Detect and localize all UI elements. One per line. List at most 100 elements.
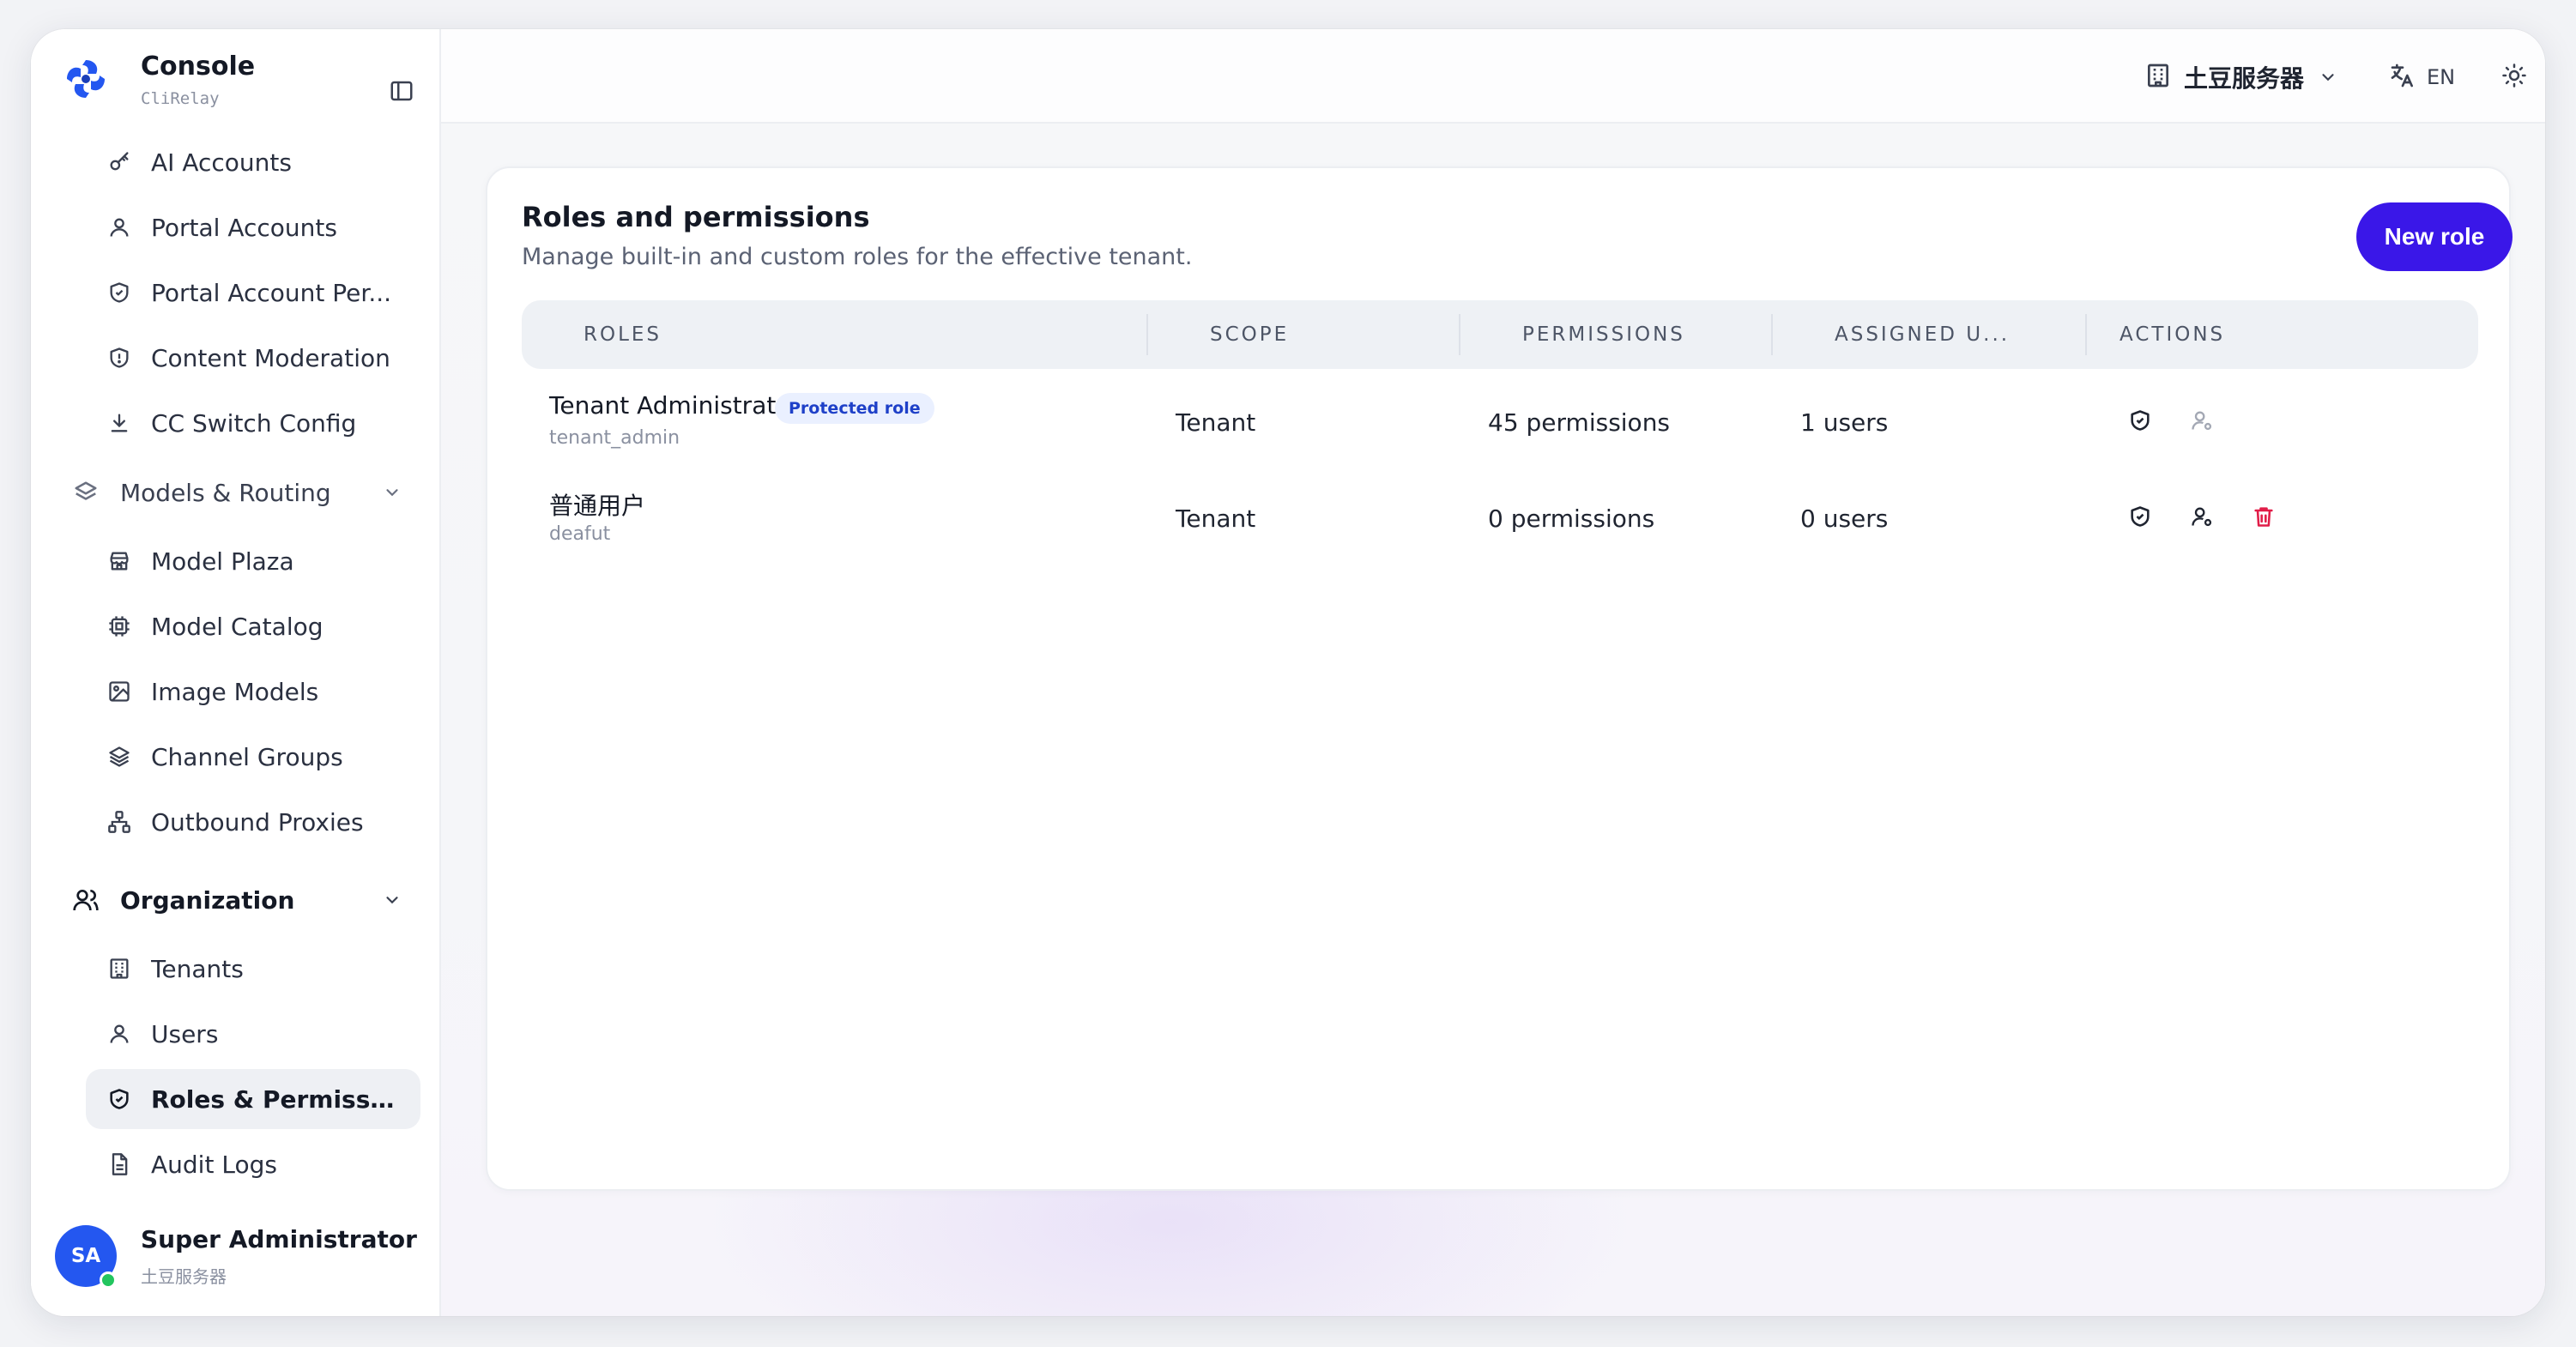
sidebar-item-label: Portal Accounts	[151, 213, 337, 242]
sidebar-item-roles-permissions[interactable]: Roles & Permissions	[86, 1069, 420, 1129]
assign-users-button[interactable]	[2186, 407, 2217, 438]
user-cog-icon	[2190, 504, 2214, 532]
brand-title: Console	[141, 51, 256, 82]
sidebar-item-image-models[interactable]: Image Models	[86, 661, 420, 722]
sidebar-item-label: Roles & Permissions	[151, 1084, 400, 1114]
sidebar-item-label: CC Switch Config	[151, 408, 357, 438]
page-title: Roles and permissions	[522, 201, 870, 233]
user-tenant: 土豆服务器	[141, 1266, 227, 1287]
protected-role-badge: Protected role	[775, 393, 934, 424]
role-name: Tenant Administrator	[549, 391, 801, 420]
shield-check-icon	[2128, 504, 2152, 532]
roles-card: Roles and permissions Manage built-in an…	[486, 166, 2513, 1191]
tenant-switcher[interactable]: 土豆服务器	[2144, 55, 2338, 100]
page-subtitle: Manage built-in and custom roles for the…	[522, 244, 1193, 270]
edit-permissions-button[interactable]	[2125, 503, 2156, 534]
shield-alert-icon	[105, 343, 134, 372]
sidebar-item-ai-accounts[interactable]: AI Accounts	[86, 132, 420, 192]
user-name: Super Administrator	[141, 1225, 417, 1253]
current-user[interactable]: SA Super Administrator 土豆服务器	[55, 1218, 424, 1296]
theme-toggle[interactable]	[2492, 55, 2537, 100]
sidebar-item-label: Outbound Proxies	[151, 807, 364, 837]
sidebar: Console CliRelay AI Accounts Portal Acco…	[31, 29, 441, 1316]
column-divider	[1146, 314, 1148, 355]
column-header-scope[interactable]: SCOPE	[1210, 300, 1289, 369]
role-key: tenant_admin	[549, 427, 680, 449]
sidebar-item-label: Users	[151, 1019, 219, 1048]
building-icon	[105, 954, 134, 983]
sidebar-item-label: Audit Logs	[151, 1150, 277, 1179]
chevron-down-icon	[379, 480, 405, 505]
sidebar-group-models-routing[interactable]: Models & Routing	[62, 462, 422, 522]
sidebar-item-model-catalog[interactable]: Model Catalog	[86, 596, 420, 656]
layers-icon	[105, 742, 134, 771]
sidebar-item-label: Portal Account Per...	[151, 278, 392, 307]
column-divider	[1771, 314, 1773, 355]
sidebar-item-users[interactable]: Users	[86, 1004, 420, 1064]
file-text-icon	[105, 1150, 134, 1179]
assign-users-button[interactable]	[2186, 503, 2217, 534]
topbar: 土豆服务器 EN	[441, 29, 2545, 124]
shield-check-icon	[2128, 408, 2152, 436]
user-icon	[105, 1019, 134, 1048]
download-icon	[105, 408, 134, 438]
layers-icon	[70, 477, 101, 508]
edit-permissions-button[interactable]	[2125, 407, 2156, 438]
sidebar-item-model-plaza[interactable]: Model Plaza	[86, 531, 420, 591]
sidebar-item-audit-logs[interactable]: Audit Logs	[86, 1134, 420, 1194]
role-permissions: 45 permissions	[1488, 408, 1671, 437]
sidebar-item-label: Model Plaza	[151, 547, 294, 576]
sidebar-item-channel-groups[interactable]: Channel Groups	[86, 727, 420, 787]
sidebar-collapse-button[interactable]	[386, 76, 417, 106]
delete-role-button[interactable]	[2248, 503, 2279, 534]
sidebar-item-outbound-proxies[interactable]: Outbound Proxies	[86, 792, 420, 852]
role-scope: Tenant	[1176, 408, 1256, 437]
brand[interactable]: Console CliRelay	[62, 48, 422, 110]
sidebar-item-content-moderation[interactable]: Content Moderation	[86, 328, 420, 388]
role-name: 普通用户	[549, 492, 646, 520]
user-cog-icon	[2190, 408, 2214, 436]
shield-check-icon	[105, 278, 134, 307]
column-header-assigned-users[interactable]: ASSIGNED U...	[1835, 300, 2010, 369]
new-role-button[interactable]: New role	[2356, 202, 2513, 271]
sidebar-group-organization[interactable]: Organization	[62, 870, 422, 930]
chevron-down-icon	[379, 887, 405, 913]
key-icon	[105, 148, 134, 177]
role-key: deafut	[549, 523, 611, 545]
sidebar-item-label: Model Catalog	[151, 612, 324, 641]
sidebar-item-label: Tenants	[151, 954, 244, 983]
column-divider	[1459, 314, 1460, 355]
sidebar-item-label: Channel Groups	[151, 742, 343, 771]
language-switcher[interactable]: EN	[2389, 55, 2455, 100]
role-assigned-users: 0 users	[1800, 504, 1889, 533]
sidebar-item-tenants[interactable]: Tenants	[86, 939, 420, 999]
network-icon	[105, 807, 134, 837]
sidebar-item-portal-account-permissions[interactable]: Portal Account Per...	[86, 263, 420, 323]
chevron-down-icon	[2318, 67, 2338, 88]
sun-icon	[2501, 63, 2527, 92]
column-header-permissions[interactable]: PERMISSIONS	[1522, 300, 1685, 369]
brand-subtitle: CliRelay	[141, 89, 220, 108]
language-label: EN	[2427, 65, 2456, 89]
sidebar-item-portal-accounts[interactable]: Portal Accounts	[86, 197, 420, 257]
translate-icon	[2389, 62, 2416, 93]
role-assigned-users: 1 users	[1800, 408, 1889, 437]
shield-check-icon	[105, 1084, 134, 1114]
main-area: 土豆服务器 EN Roles and permissions Manage bu…	[441, 29, 2545, 1316]
sidebar-item-label: AI Accounts	[151, 148, 292, 177]
role-permissions: 0 permissions	[1488, 504, 1655, 533]
sidebar-item-label: Image Models	[151, 677, 319, 706]
tenant-switcher-label: 土豆服务器	[2184, 64, 2305, 93]
users-icon	[70, 885, 101, 915]
user-icon	[105, 213, 134, 242]
app-window: Console CliRelay AI Accounts Portal Acco…	[31, 29, 2545, 1316]
building-icon	[2144, 62, 2172, 93]
online-status-dot	[100, 1271, 117, 1289]
sidebar-item-cc-switch-config[interactable]: CC Switch Config	[86, 393, 420, 453]
table-row: 普通用户 deafut Tenant 0 permissions 0 users	[522, 470, 2478, 566]
column-header-actions: ACTIONS	[2119, 323, 2226, 346]
column-header-roles[interactable]: ROLES	[584, 300, 662, 369]
table-header: ROLES SCOPE PERMISSIONS ASSIGNED U... AC…	[522, 300, 2478, 369]
column-divider	[2085, 314, 2087, 355]
role-scope: Tenant	[1176, 504, 1256, 533]
